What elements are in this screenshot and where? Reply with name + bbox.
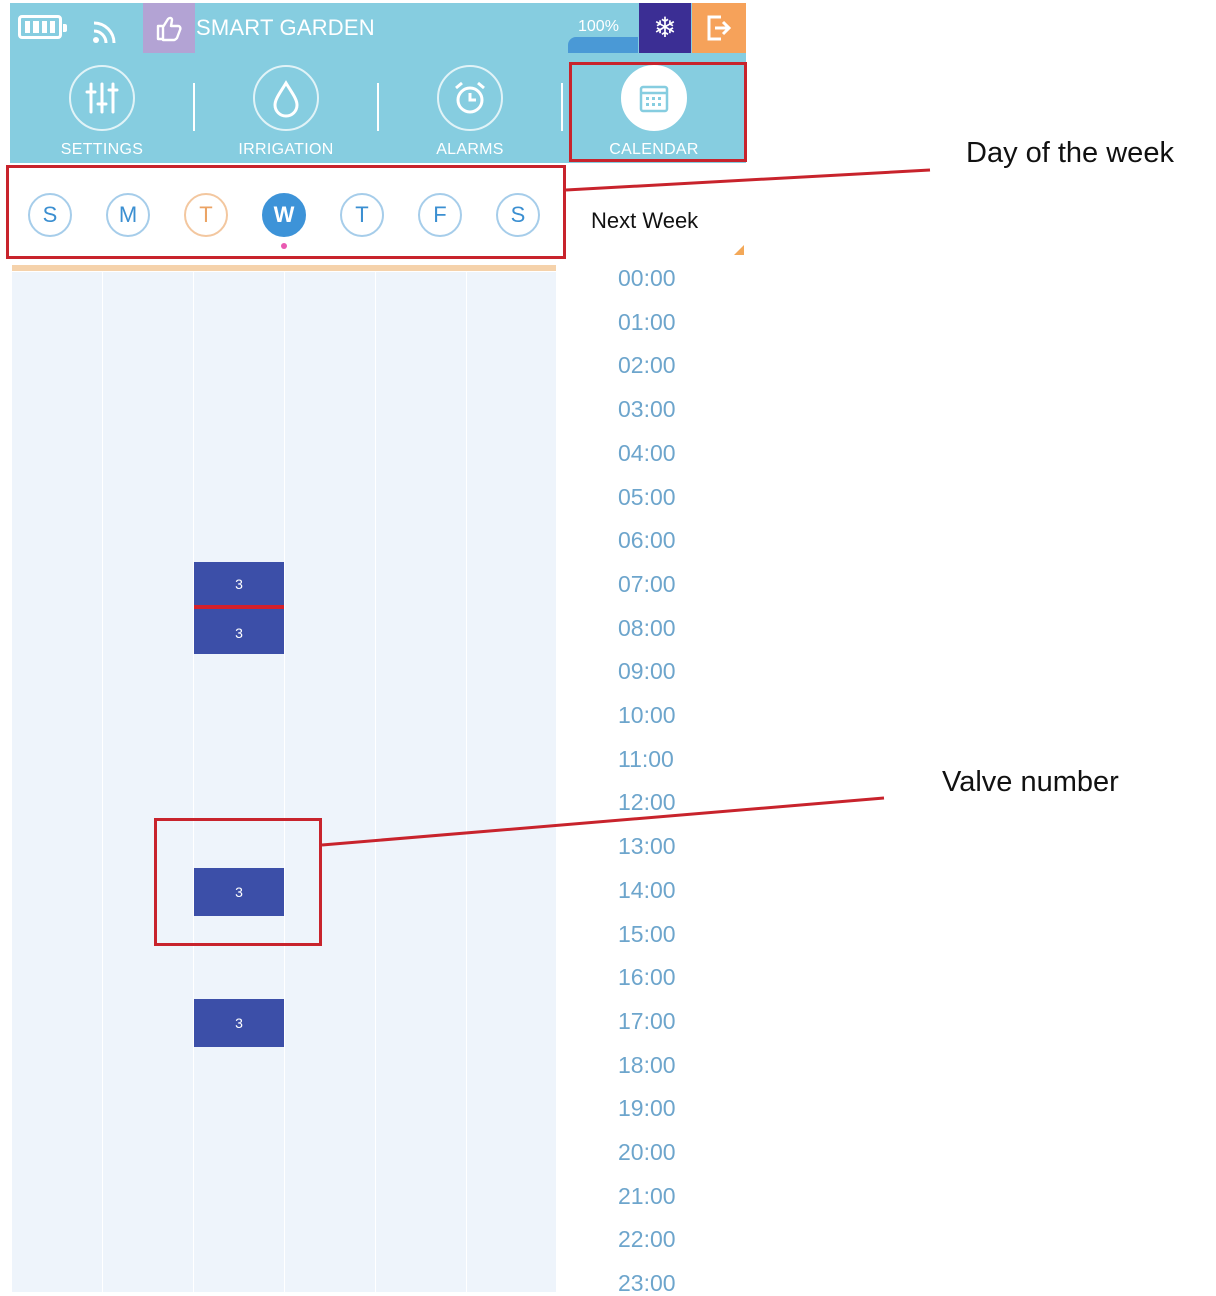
time-label: 09:00 [618,658,676,684]
annotation-box-calendar [569,62,747,162]
time-label: 16:00 [618,964,676,990]
nav-label: SETTINGS [60,141,144,158]
time-label: 02:00 [618,352,676,378]
nav-irrigation[interactable]: IRRIGATION [194,63,378,163]
annotation-box-valve [154,818,322,946]
snowflake-button[interactable]: ❄ [639,3,691,53]
irrigation-event[interactable]: 3 [194,608,284,654]
logout-button[interactable] [692,3,746,53]
level-text: 100% [578,18,619,35]
valve-number: 3 [235,576,243,592]
calendar-grid: 3 3 3 3 [12,272,556,1292]
valve-number: 3 [235,1015,243,1031]
battery-icon [18,15,67,39]
day-row-underline [12,265,556,271]
irrigation-event[interactable]: 3 [194,999,284,1047]
valve-number: 3 [235,625,243,641]
time-label: 13:00 [618,833,676,859]
grid-column-line [193,272,194,1292]
time-label: 07:00 [618,571,676,597]
logout-icon [707,15,732,41]
time-label: 10:00 [618,702,676,728]
grid-column-line [284,272,285,1292]
time-label: 06:00 [618,527,676,553]
annotation-box-days [6,165,566,259]
app-title: SMART GARDEN [196,15,375,40]
time-label: 00:00 [618,265,676,291]
annotation-line-days [565,168,931,192]
drop-icon [253,65,319,131]
nav-alarms[interactable]: ALARMS [378,63,562,163]
time-label: 03:00 [618,396,676,422]
time-label: 01:00 [618,309,676,335]
grid-column-line [375,272,376,1292]
status-bar: SMART GARDEN 100% ❄ [10,3,746,53]
time-label: 20:00 [618,1139,676,1165]
thumbs-up-icon [143,3,195,53]
time-label: 17:00 [618,1008,676,1034]
snowflake-icon: ❄ [653,12,677,43]
nav-settings[interactable]: SETTINGS [10,63,194,163]
sliders-icon [69,65,135,131]
time-label: 11:00 [618,746,674,772]
annotation-valve-number: Valve number [942,766,1119,798]
alarm-clock-icon [437,65,503,131]
time-label: 19:00 [618,1095,676,1121]
grid-column-line [466,272,467,1292]
next-week-corner [734,245,744,255]
irrigation-event[interactable]: 3 [194,562,284,608]
time-label: 21:00 [618,1183,676,1209]
time-label: 12:00 [618,789,676,815]
nav-label: ALARMS [436,141,504,158]
time-label: 05:00 [618,484,676,510]
time-label: 22:00 [618,1226,676,1252]
time-label: 08:00 [618,615,676,641]
time-label: 18:00 [618,1052,676,1078]
wifi-icon [93,21,116,44]
next-week-button[interactable]: Next Week [591,208,698,234]
time-label: 15:00 [618,921,676,947]
time-label: 04:00 [618,440,676,466]
grid-column-line [102,272,103,1292]
time-label: 14:00 [618,877,676,903]
current-time-line [194,605,284,609]
annotation-day-of-week: Day of the week [966,137,1174,169]
level-tab [568,37,638,53]
time-label: 23:00 [618,1270,676,1296]
nav-label: IRRIGATION [238,141,334,158]
